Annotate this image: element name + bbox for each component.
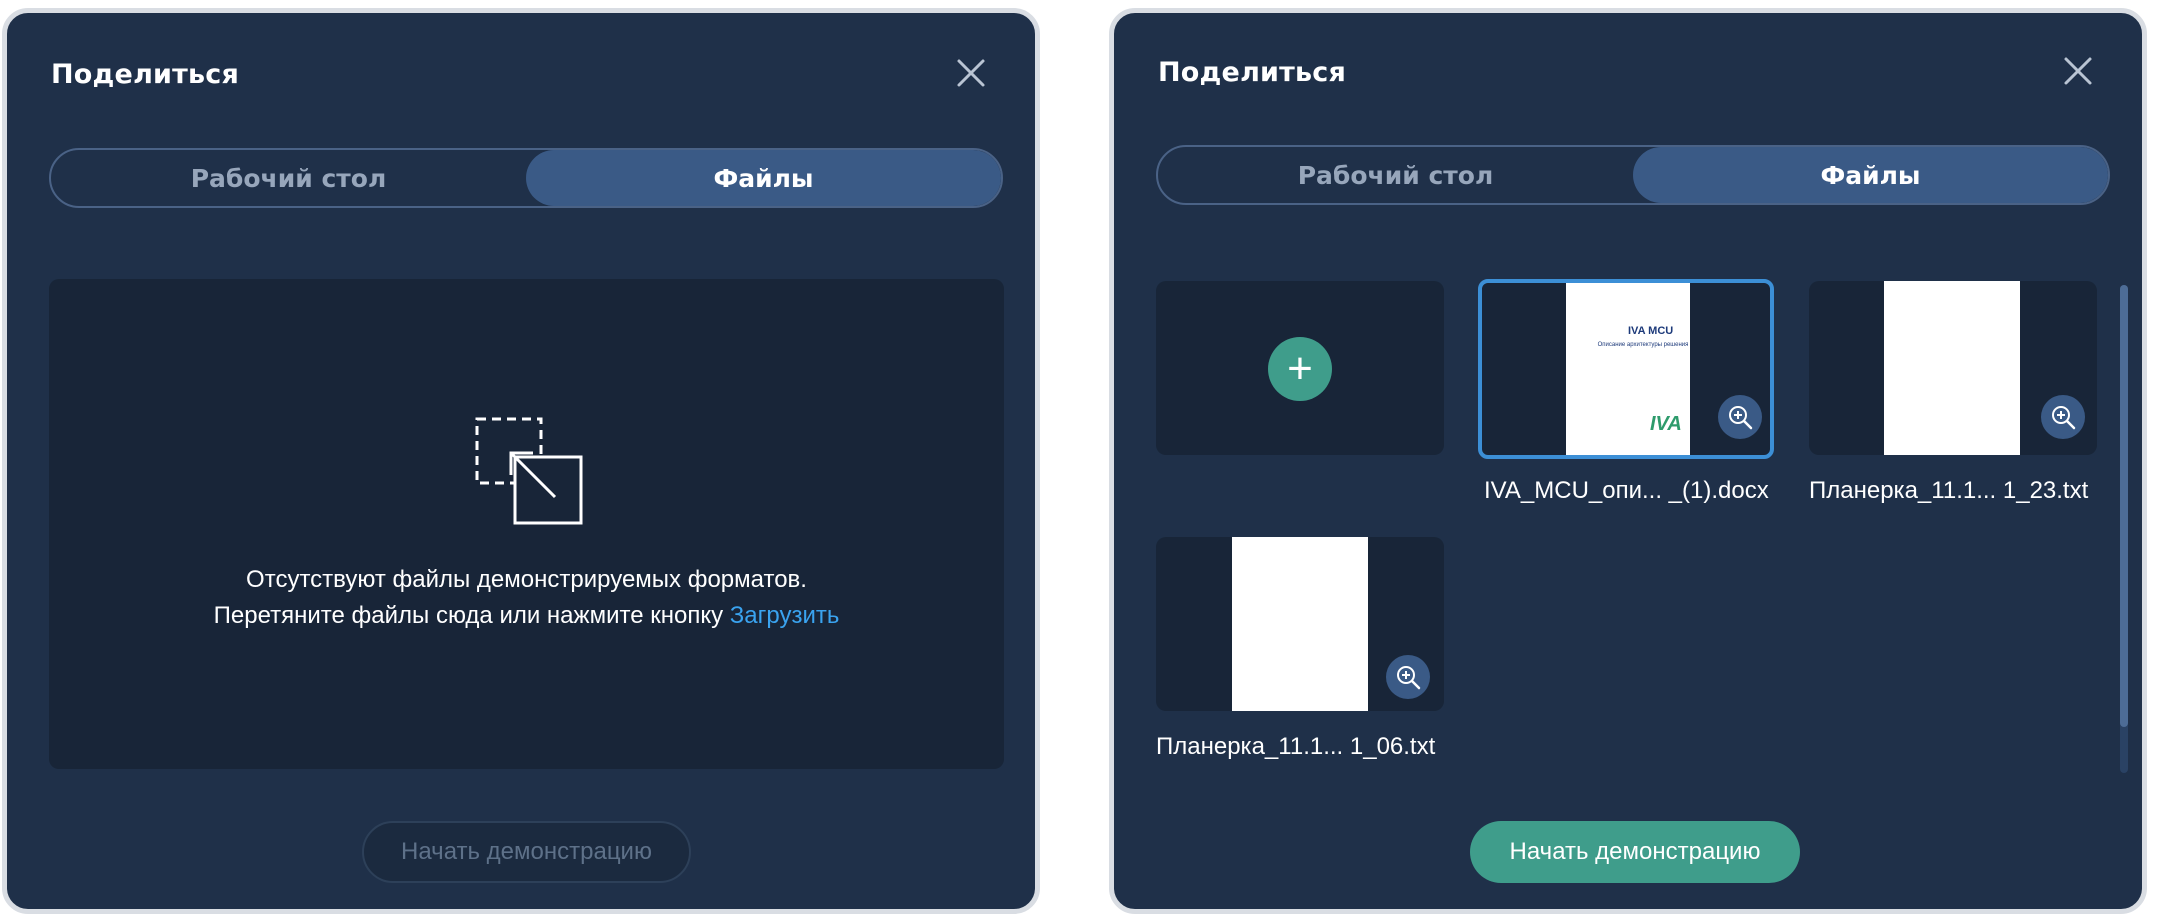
- zoom-in-button[interactable]: [1718, 395, 1762, 439]
- close-button[interactable]: [2060, 53, 2096, 89]
- tab-files[interactable]: Файлы: [526, 150, 1001, 206]
- zoom-in-icon: [1729, 406, 1753, 430]
- plus-icon[interactable]: +: [1268, 337, 1332, 401]
- preview-title: IVA MCU: [1628, 325, 1674, 337]
- start-demo-button[interactable]: Начать демонстрацию: [1470, 821, 1800, 883]
- tab-desktop[interactable]: Рабочий стол: [1158, 147, 1633, 203]
- file-name: Планерка_11.1... 1_06.txt: [1156, 733, 1436, 760]
- file-tile-txt[interactable]: [1156, 537, 1444, 711]
- empty-state-line-1: Отсутствуют файлы демонстрируемых формат…: [246, 566, 807, 593]
- preview-subtitle: Описание архитектуры решения: [1597, 342, 1689, 348]
- preview-logo: IVA: [1650, 413, 1682, 435]
- source-tabs: Рабочий стол Файлы: [49, 148, 1003, 208]
- empty-state-message: Отсутствуют файлы демонстрируемых формат…: [49, 562, 1004, 634]
- empty-state-line-2: Перетяните файлы сюда или нажмите кнопку…: [49, 598, 1004, 634]
- dialog-title: Поделиться: [1158, 57, 1347, 88]
- file-name: IVA_MCU_опи... _(1).docx: [1484, 477, 1769, 504]
- close-icon: [2064, 57, 2092, 85]
- document-preview: [1884, 281, 2020, 455]
- tab-desktop[interactable]: Рабочий стол: [51, 150, 526, 206]
- screen-share-icon: [471, 413, 587, 529]
- dialog-title: Поделиться: [51, 59, 240, 90]
- zoom-in-button[interactable]: [1386, 655, 1430, 699]
- zoom-in-icon: [2052, 406, 2076, 430]
- scrollbar-thumb[interactable]: [2120, 285, 2128, 727]
- add-file-tile[interactable]: +: [1156, 281, 1444, 455]
- file-tile-docx[interactable]: IVA MCU Описание архитектуры решения IVA: [1478, 279, 1774, 459]
- start-demo-button[interactable]: Начать демонстрацию: [362, 821, 691, 883]
- document-preview: [1232, 537, 1368, 711]
- file-drop-zone[interactable]: Отсутствуют файлы демонстрируемых формат…: [49, 279, 1004, 769]
- source-tabs: Рабочий стол Файлы: [1156, 145, 2110, 205]
- close-button[interactable]: [953, 55, 989, 91]
- share-dialog-files: Поделиться Рабочий стол Файлы + IVA MCU …: [1109, 8, 2147, 914]
- file-tile-txt[interactable]: [1809, 281, 2097, 455]
- document-preview: IVA MCU Описание архитектуры решения IVA: [1566, 283, 1690, 455]
- share-dialog-empty: Поделиться Рабочий стол Файлы Отсутствую…: [2, 8, 1040, 914]
- upload-link[interactable]: Загрузить: [730, 602, 840, 629]
- drag-hint-text: Перетяните файлы сюда или нажмите кнопку: [213, 602, 724, 629]
- zoom-in-button[interactable]: [2041, 395, 2085, 439]
- file-name: Планерка_11.1... 1_23.txt: [1809, 477, 2089, 504]
- zoom-in-icon: [1397, 666, 1421, 690]
- scrollbar[interactable]: [2120, 285, 2128, 773]
- close-icon: [957, 59, 985, 87]
- tab-files[interactable]: Файлы: [1633, 147, 2108, 203]
